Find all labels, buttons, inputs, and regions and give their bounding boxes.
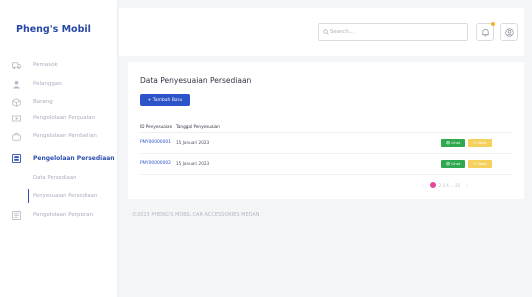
view-button[interactable]: 👁 Lihat — [441, 139, 465, 147]
column-header-id: ID Penyesuaian — [140, 124, 173, 129]
edit-button[interactable]: ✎ Ubah — [468, 139, 492, 147]
sidebar-item-label: Pengelolaan Perporan — [33, 212, 94, 218]
table-divider — [140, 132, 512, 133]
pagination-pages[interactable]: 2 3 4 ... 25 — [439, 183, 461, 188]
column-header-date: Tanggal Penyesuaian — [176, 124, 220, 129]
bag-icon — [12, 132, 21, 141]
edit-button[interactable]: ✎ Ubah — [468, 160, 492, 168]
sidebar-item-barang[interactable]: Barang — [0, 95, 118, 109]
inventory-adjustment-card: Data Penyesuaian Persediaan + Tambah Bar… — [128, 62, 524, 199]
sidebar-item-label: Pemasok — [33, 62, 58, 68]
eye-icon: 👁 — [445, 162, 451, 166]
notification-button[interactable] — [476, 22, 495, 41]
report-icon — [12, 210, 21, 220]
user-circle-icon — [504, 27, 514, 37]
view-button-label: Lihat — [451, 141, 461, 145]
pencil-icon: ✎ — [473, 141, 477, 145]
user-icon — [12, 80, 21, 89]
footer-copyright: ©2023 PHENG'S MOBIL CAR ACCESSORIES MEDA… — [132, 212, 260, 218]
sidebar-subitem-label: Data Persediaan — [33, 175, 77, 181]
add-new-button[interactable]: + Tambah Baru — [140, 94, 190, 106]
top-header — [119, 8, 524, 56]
sidebar-item-label: Pengelolaan Persediaan — [33, 154, 115, 162]
adjustment-id-link[interactable]: PNY00000001 — [140, 140, 171, 145]
brand-logo[interactable]: Pheng's Mobil — [16, 24, 91, 35]
adjustment-date: 15 Januari 2023 — [176, 161, 210, 166]
sidebar-item-penjualan[interactable]: Pengelolaan Penjualan — [0, 111, 118, 125]
sidebar-item-label: Pengelolaan Penjualan — [33, 115, 96, 121]
table-divider — [140, 153, 512, 154]
sidebar-item-label: Pengelolaan Pembelian — [33, 133, 97, 139]
sidebar-subitem-data-persediaan[interactable]: Data Persediaan — [28, 171, 118, 185]
inventory-icon — [12, 153, 21, 163]
pagination-current-page[interactable] — [429, 182, 436, 188]
sidebar-subitem-penyesuaian-persediaan[interactable]: Penyesuaian Persediaan — [28, 189, 118, 203]
bell-icon — [481, 28, 489, 36]
page-title: Data Penyesuaian Persediaan — [140, 76, 252, 85]
notification-dot — [491, 22, 495, 26]
pagination: ‹ 2 3 4 ... 25 › — [422, 181, 468, 189]
adjustment-date: 15 Januari 2023 — [176, 140, 210, 145]
box-icon — [12, 97, 21, 107]
sidebar-item-persediaan[interactable]: Pengelolaan Persediaan — [0, 151, 118, 165]
profile-button[interactable] — [500, 23, 518, 41]
cash-icon — [12, 114, 21, 123]
view-button[interactable]: 👁 Lihat — [441, 160, 465, 168]
eye-icon: 👁 — [445, 141, 451, 145]
view-button-label: Lihat — [451, 162, 461, 166]
pencil-icon: ✎ — [473, 162, 477, 166]
sidebar-item-pelaporan[interactable]: Pengelolaan Perporan — [0, 208, 118, 222]
search-box[interactable] — [318, 23, 468, 41]
sidebar-item-pelanggan[interactable]: Pelanggan — [0, 77, 118, 91]
sidebar-item-pemasok[interactable]: Pemasok — [0, 58, 118, 72]
table-divider — [140, 174, 512, 175]
pagination-prev-button[interactable]: ‹ — [422, 183, 424, 188]
search-icon — [323, 29, 329, 35]
sidebar-item-label: Barang — [33, 99, 53, 105]
edit-button-label: Ubah — [477, 162, 487, 166]
truck-icon — [12, 61, 21, 70]
pagination-next-button[interactable]: › — [466, 183, 468, 188]
search-input[interactable] — [330, 29, 460, 35]
edit-button-label: Ubah — [477, 141, 487, 145]
sidebar: Pheng's Mobil Pemasok Pelanggan Barang P… — [0, 0, 118, 297]
sidebar-item-pembelian[interactable]: Pengelolaan Pembelian — [0, 129, 118, 143]
sidebar-item-label: Pelanggan — [33, 81, 62, 87]
sidebar-subitem-label: Penyesuaian Persediaan — [33, 193, 98, 199]
adjustment-id-link[interactable]: PNY00000002 — [140, 161, 171, 166]
